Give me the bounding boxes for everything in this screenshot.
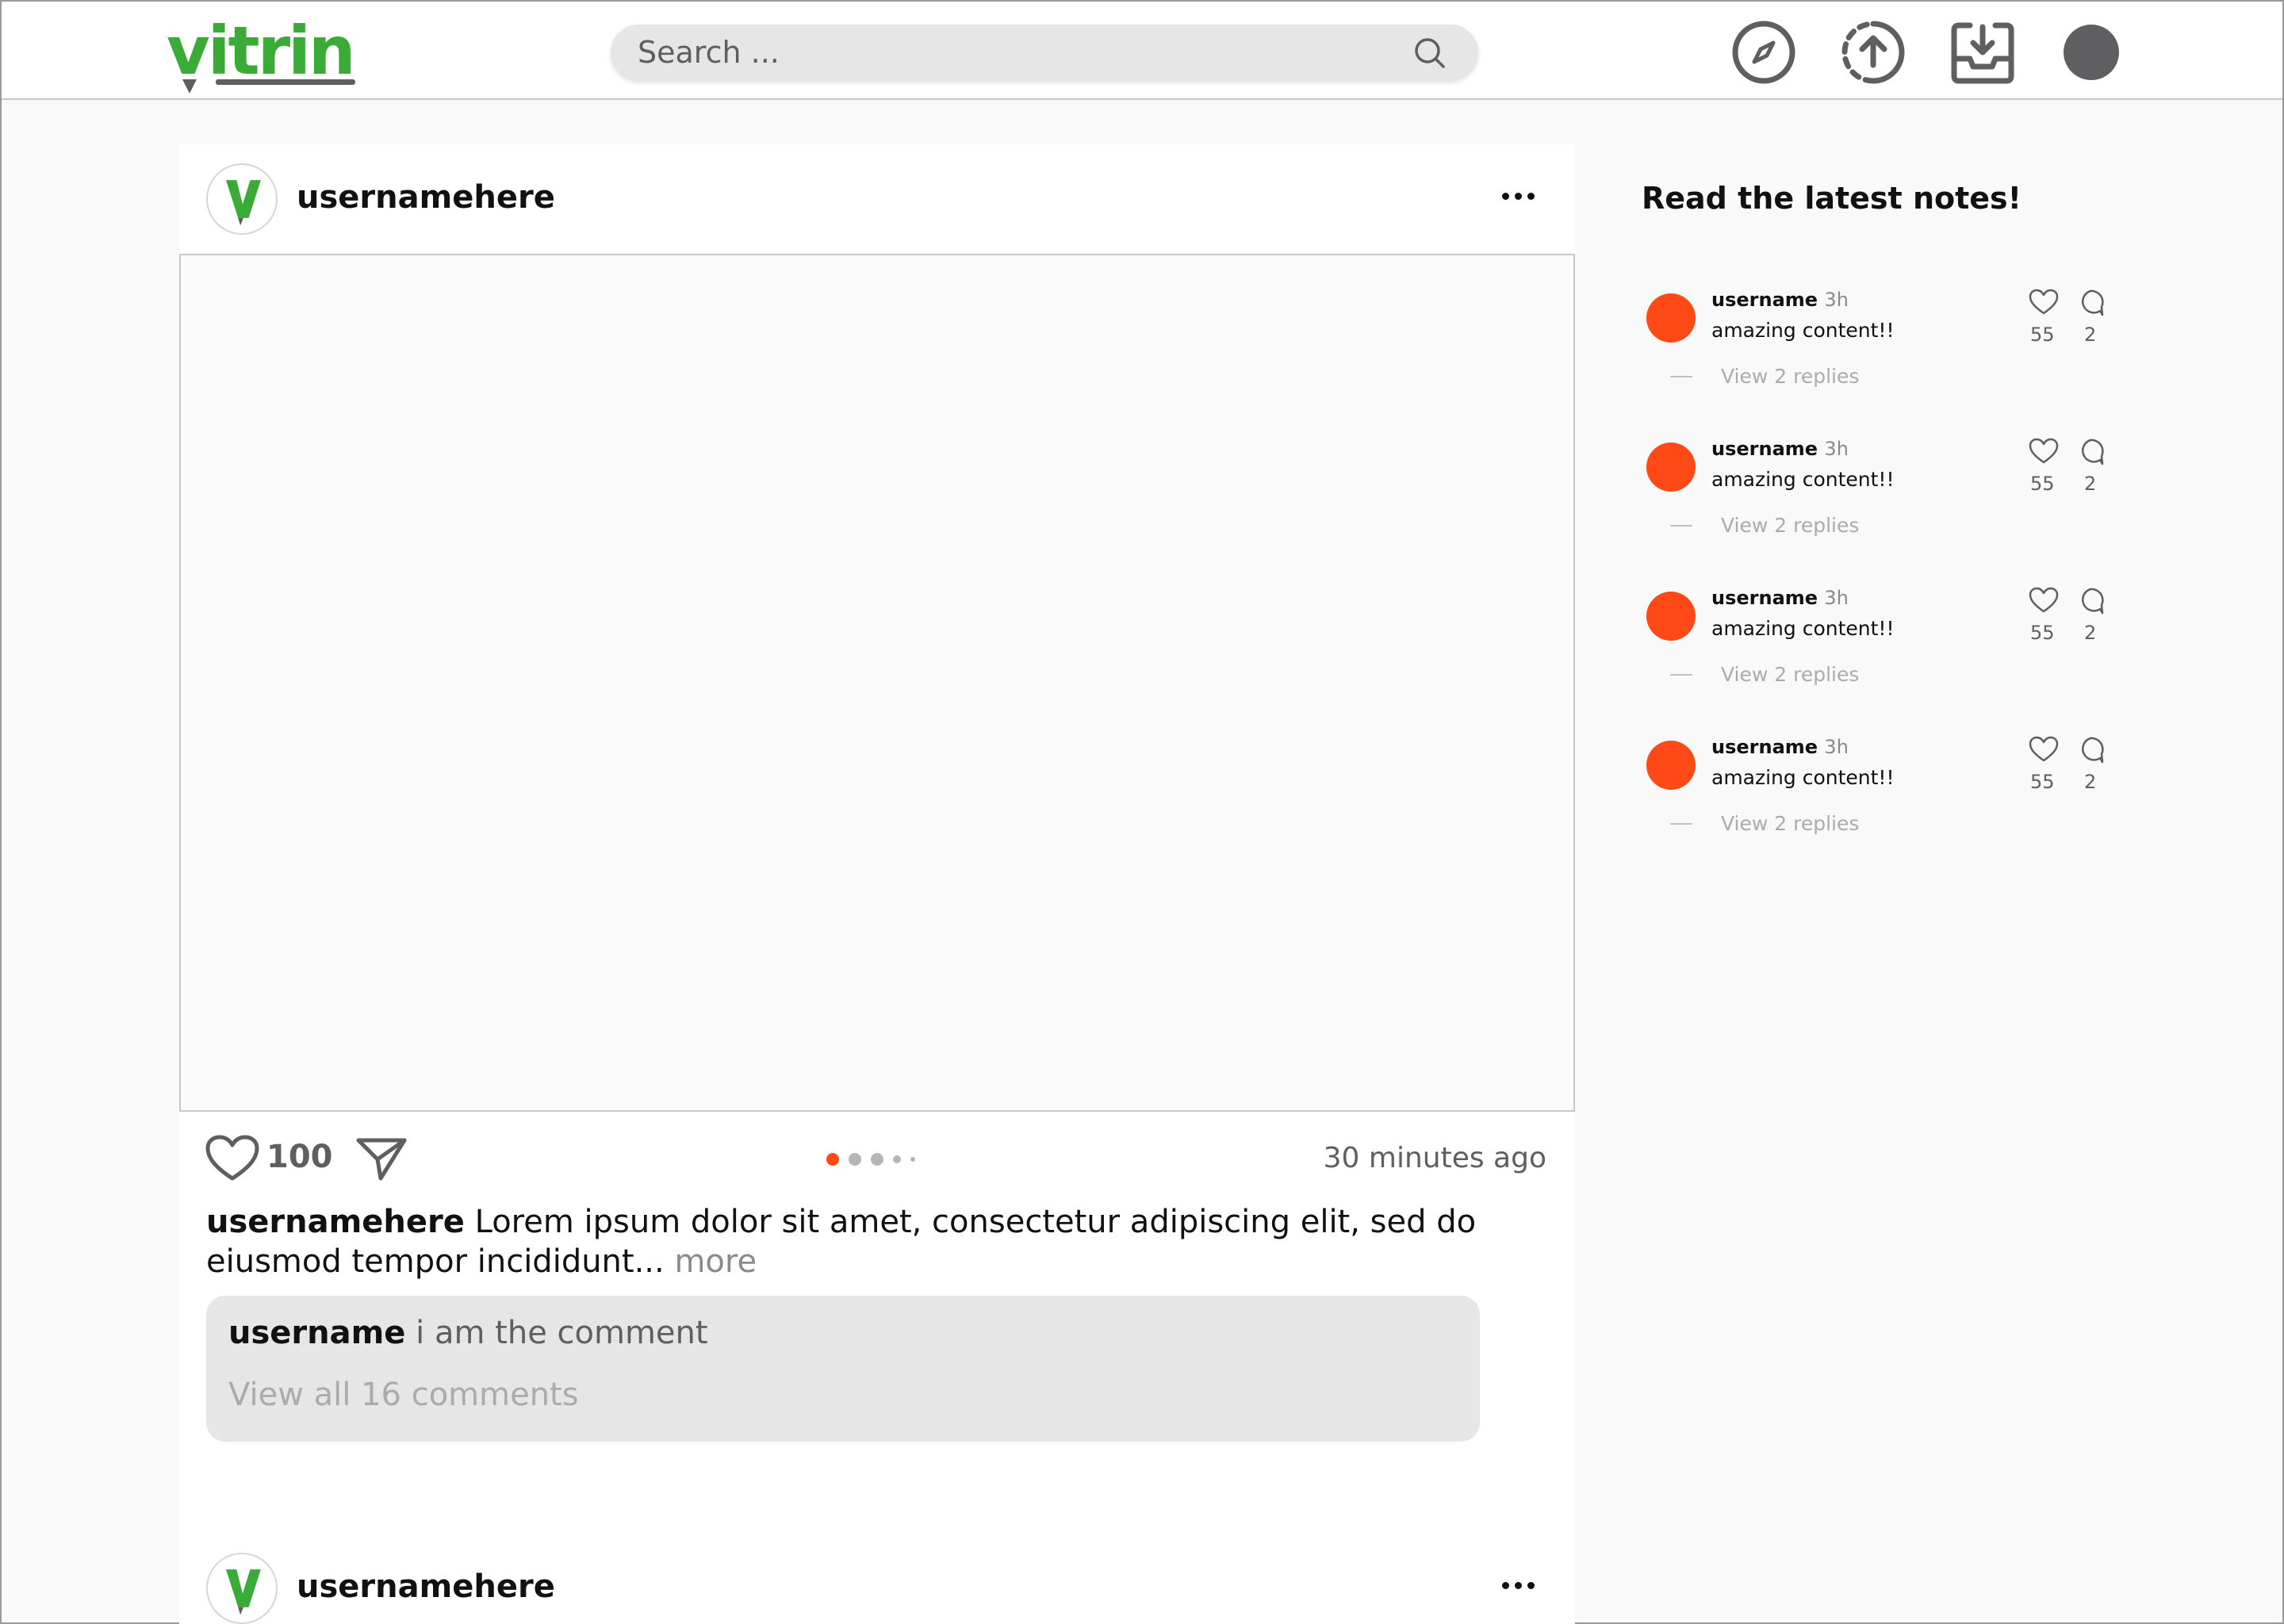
carousel-dot-active[interactable]	[826, 1153, 839, 1166]
note-text: amazing content!!	[1711, 617, 1895, 640]
upload-icon[interactable]	[1840, 19, 1907, 86]
view-replies-link[interactable]: View 2 replies	[1721, 514, 1859, 537]
view-all-comments-link[interactable]: View all 16 comments	[228, 1377, 579, 1413]
like-heart-icon[interactable]	[205, 1134, 260, 1183]
reply-dash	[1670, 674, 1692, 676]
note-time: 3h	[1824, 289, 1849, 311]
vitrin-logo[interactable]: vitrin	[167, 12, 357, 94]
view-replies-link[interactable]: View 2 replies	[1721, 663, 1859, 686]
note-like-count: 55	[2030, 771, 2055, 793]
carousel-dot[interactable]	[893, 1155, 901, 1163]
note-text: amazing content!!	[1711, 468, 1895, 491]
note-username-text: username	[1711, 289, 1818, 311]
caption-username[interactable]: usernamehere	[206, 1204, 465, 1240]
comment-preview: username i am the comment View all 16 co…	[206, 1296, 1480, 1442]
more-options-icon[interactable]	[1496, 184, 1543, 208]
post-card: usernamehere 100 30 minutes ago username…	[179, 144, 1575, 1624]
post-username[interactable]: usernamehere	[297, 179, 555, 216]
heart-icon[interactable]	[2029, 438, 2059, 465]
reply-dash	[1670, 525, 1692, 527]
view-replies-link[interactable]: View 2 replies	[1721, 365, 1859, 388]
heart-icon[interactable]	[2029, 587, 2059, 614]
note-time: 3h	[1824, 736, 1849, 758]
search-bar[interactable]	[611, 25, 1478, 80]
carousel-dot[interactable]	[871, 1153, 883, 1166]
note-like-count: 55	[2030, 324, 2055, 346]
heart-icon[interactable]	[2029, 289, 2059, 316]
profile-avatar[interactable]	[2064, 25, 2119, 80]
heart-icon[interactable]	[2029, 736, 2059, 763]
inbox-download-icon[interactable]	[1949, 19, 2016, 86]
note-comment-count: 2	[2084, 324, 2097, 346]
note-username[interactable]: username 3h	[1711, 438, 1849, 460]
carousel-dot[interactable]	[910, 1157, 915, 1162]
comment-username[interactable]: username	[228, 1315, 405, 1351]
compass-icon[interactable]	[1730, 19, 1797, 86]
note-avatar[interactable]	[1646, 293, 1696, 343]
vitrin-v-logo-icon	[225, 180, 261, 226]
top-bar: vitrin	[2, 2, 2282, 100]
caption-more-link[interactable]: more	[674, 1243, 757, 1280]
note-text: amazing content!!	[1711, 319, 1895, 342]
reply-dash	[1670, 823, 1692, 825]
note-item: username 3h amazing content!! 55 2 View …	[1642, 438, 2117, 565]
logo-underline	[216, 79, 355, 85]
note-text: amazing content!!	[1711, 766, 1895, 789]
note-item: username 3h amazing content!! 55 2 View …	[1642, 736, 2117, 863]
vitrin-v-logo-icon	[225, 1569, 261, 1615]
comment-text: i am the comment	[416, 1315, 708, 1351]
search-input[interactable]	[638, 25, 1351, 80]
logo-pen-tip	[182, 79, 197, 94]
post-media[interactable]	[179, 254, 1575, 1112]
view-replies-link[interactable]: View 2 replies	[1721, 812, 1859, 835]
post-caption: usernamehere Lorem ipsum dolor sit amet,…	[206, 1202, 1507, 1281]
carousel-indicator[interactable]	[826, 1151, 929, 1167]
note-avatar[interactable]	[1646, 592, 1696, 641]
note-item: username 3h amazing content!! 55 2 View …	[1642, 289, 2117, 416]
search-icon[interactable]	[1410, 33, 1450, 73]
share-send-icon[interactable]	[355, 1136, 408, 1182]
note-comment-count: 2	[2084, 771, 2097, 793]
reply-dash	[1670, 376, 1692, 377]
note-like-count: 55	[2030, 473, 2055, 495]
comment-bubble-icon[interactable]	[2076, 736, 2105, 764]
comment-bubble-icon[interactable]	[2076, 587, 2105, 615]
note-username[interactable]: username 3h	[1711, 587, 1849, 609]
note-comment-count: 2	[2084, 473, 2097, 495]
note-username[interactable]: username 3h	[1711, 289, 1849, 311]
note-avatar[interactable]	[1646, 442, 1696, 492]
comment-bubble-icon[interactable]	[2076, 438, 2105, 466]
post-avatar[interactable]	[206, 1553, 278, 1624]
post-username[interactable]: usernamehere	[297, 1568, 555, 1605]
note-username-text: username	[1711, 736, 1818, 758]
comment-line: username i am the comment	[228, 1315, 708, 1351]
note-like-count: 55	[2030, 622, 2055, 644]
note-username-text: username	[1711, 587, 1818, 609]
note-item: username 3h amazing content!! 55 2 View …	[1642, 587, 2117, 714]
like-count: 100	[266, 1139, 333, 1175]
note-username[interactable]: username 3h	[1711, 736, 1849, 758]
post-timestamp: 30 minutes ago	[1323, 1142, 1546, 1174]
note-avatar[interactable]	[1646, 741, 1696, 790]
note-comment-count: 2	[2084, 622, 2097, 644]
logo-text: vitrin	[167, 12, 356, 90]
post-avatar[interactable]	[206, 163, 278, 235]
notes-title: Read the latest notes!	[1642, 181, 2021, 216]
note-time: 3h	[1824, 438, 1849, 460]
carousel-dot[interactable]	[849, 1153, 861, 1166]
comment-bubble-icon[interactable]	[2076, 289, 2105, 317]
note-username-text: username	[1711, 438, 1818, 460]
note-time: 3h	[1824, 587, 1849, 609]
more-options-icon[interactable]	[1496, 1573, 1543, 1597]
